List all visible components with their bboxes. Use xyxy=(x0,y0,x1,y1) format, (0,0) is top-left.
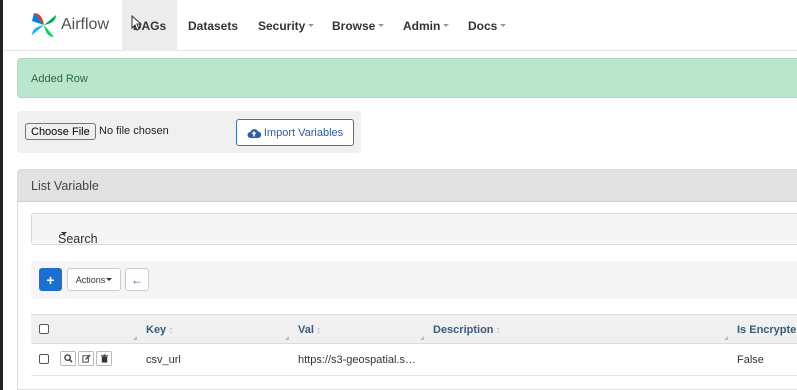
nav-datasets[interactable]: Datasets xyxy=(188,0,238,51)
list-variable-panel: List Variable Search + Actions ← Key ↕ Va… xyxy=(17,169,797,390)
sort-icon: ↕ xyxy=(168,325,174,336)
cell-val: https://s3-geospatial.s… xyxy=(298,354,417,366)
import-variables-form: Choose File No file chosen Import Variab… xyxy=(17,111,361,153)
search-icon xyxy=(63,354,73,363)
column-header-description[interactable]: Description ↕ xyxy=(433,324,501,336)
nav-security-label: Security xyxy=(258,18,306,33)
cell-is-encrypted: False xyxy=(737,354,764,366)
mouse-pointer-icon xyxy=(131,15,143,31)
nav-docs-label: Docs xyxy=(468,18,498,33)
alert-message: Added Row xyxy=(31,73,88,85)
column-is-encrypted-label: Is Encrypte xyxy=(737,324,797,336)
plus-icon: + xyxy=(46,271,55,288)
file-status-text: No file chosen xyxy=(99,125,169,137)
nav-browse-label: Browse xyxy=(332,18,376,33)
row-actions xyxy=(60,351,114,366)
import-button-label: Import Variables xyxy=(263,126,344,139)
choose-file-button[interactable]: Choose File xyxy=(25,123,96,140)
list-toolbar: + Actions ← xyxy=(31,261,797,299)
panel-title: List Variable xyxy=(31,179,99,193)
actions-label: Actions xyxy=(75,274,106,285)
chevron-down-icon xyxy=(308,24,315,27)
nav-datasets-label: Datasets xyxy=(188,18,239,33)
choose-file-label: Choose File xyxy=(31,125,90,138)
delete-record-button[interactable] xyxy=(96,351,112,366)
resize-handle-icon xyxy=(133,336,137,340)
cloud-upload-icon xyxy=(247,128,261,138)
nav-admin-label: Admin xyxy=(403,18,441,33)
row-select-checkbox[interactable] xyxy=(39,354,49,364)
column-header-val[interactable]: Val ↕ xyxy=(298,324,321,336)
top-navbar: Airflow DAGs Datasets Security Browse Ad… xyxy=(3,0,797,51)
panel-header: List Variable xyxy=(18,170,797,202)
sort-icon: ↕ xyxy=(315,325,321,336)
table-header: Key ↕ Val ↕ Description ↕ Is Encrypte xyxy=(31,314,797,344)
brand-name: Airflow xyxy=(61,16,110,33)
resize-handle-icon xyxy=(724,336,728,340)
actions-dropdown-button[interactable]: Actions xyxy=(67,268,121,291)
chevron-down-icon xyxy=(378,24,385,27)
chevron-down-icon xyxy=(106,278,113,281)
nav-security[interactable]: Security xyxy=(258,0,315,51)
table-row: csv_url https://s3-geospatial.s… False xyxy=(31,344,797,376)
airflow-pinwheel-icon xyxy=(32,13,56,37)
resize-handle-icon xyxy=(420,336,424,340)
back-button[interactable]: ← xyxy=(125,268,149,291)
arrow-left-icon: ← xyxy=(131,272,143,287)
edit-record-button[interactable] xyxy=(78,351,94,366)
window-edge xyxy=(0,0,3,390)
sort-icon: ↕ xyxy=(495,325,501,336)
edit-icon xyxy=(81,354,91,363)
column-val-label: Val xyxy=(298,324,314,336)
show-record-button[interactable] xyxy=(60,351,76,366)
search-dropdown[interactable]: Search xyxy=(31,213,797,246)
column-description-label: Description xyxy=(433,324,494,336)
column-header-key[interactable]: Key ↕ xyxy=(146,324,173,336)
chevron-down-icon xyxy=(443,24,450,27)
success-alert: Added Row xyxy=(17,58,797,98)
chevron-down-icon xyxy=(61,232,67,235)
import-variables-button[interactable]: Import Variables xyxy=(236,119,354,146)
nav-admin[interactable]: Admin xyxy=(403,0,450,51)
chevron-down-icon xyxy=(500,24,507,27)
brand-logo[interactable]: Airflow xyxy=(30,10,109,40)
column-header-is-encrypted[interactable]: Is Encrypte xyxy=(737,324,796,336)
resize-handle-icon xyxy=(285,336,289,340)
select-all-checkbox[interactable] xyxy=(39,324,49,334)
trash-icon xyxy=(100,354,108,363)
nav-browse[interactable]: Browse xyxy=(332,0,385,51)
add-variable-button[interactable]: + xyxy=(39,268,62,291)
cell-key: csv_url xyxy=(146,354,181,366)
nav-docs[interactable]: Docs xyxy=(468,0,507,51)
column-key-label: Key xyxy=(146,324,167,336)
